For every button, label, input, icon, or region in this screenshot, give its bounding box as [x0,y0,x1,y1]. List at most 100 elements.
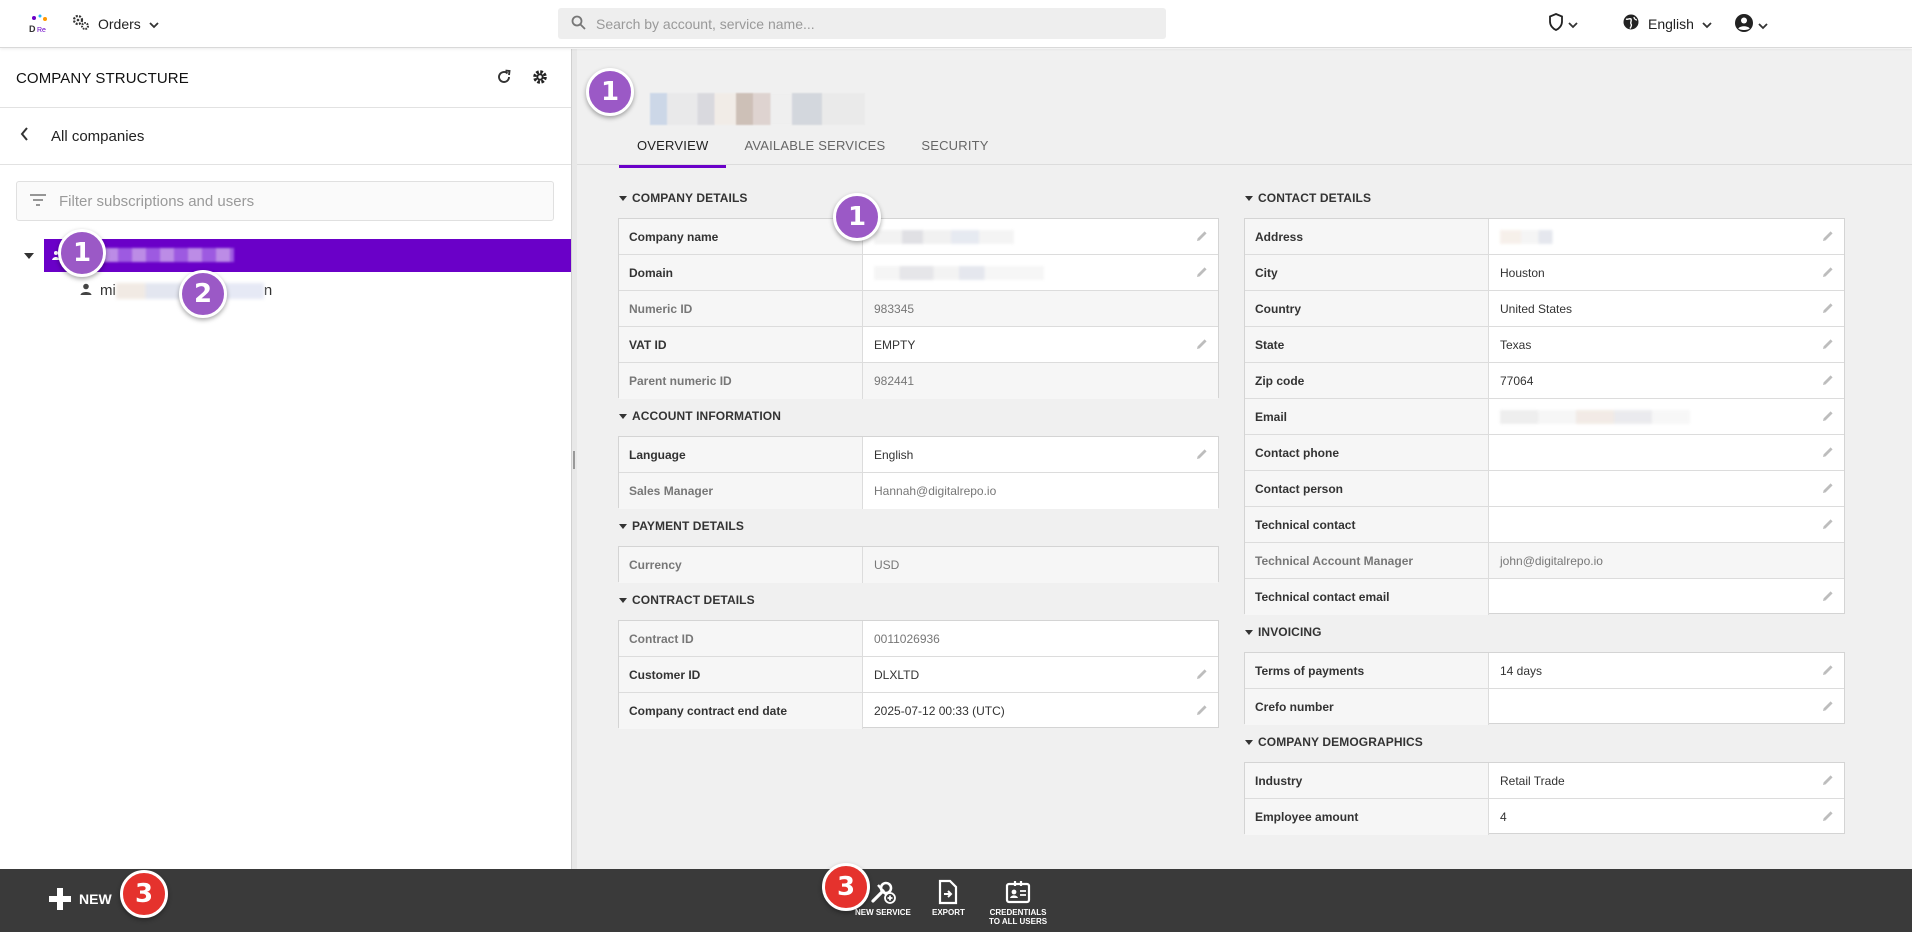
field-value[interactable]: DLXLTD [863,657,1218,692]
refresh-icon[interactable] [495,68,515,88]
company-title-redacted [650,93,865,125]
edit-pencil-icon[interactable] [1822,410,1834,422]
field-label: Customer ID [619,657,863,692]
collapse-triangle-icon [1245,195,1253,201]
field-value[interactable]: 14 days [1489,653,1844,688]
edit-pencil-icon[interactable] [1196,704,1208,716]
edit-pencil-icon[interactable] [1196,338,1208,350]
edit-pencil-icon[interactable] [1822,230,1834,242]
field-label: Domain [619,255,863,290]
field-value[interactable]: English [863,437,1218,472]
expand-caret-icon[interactable] [24,253,34,259]
collapse-triangle-icon [619,597,627,603]
field-value[interactable] [1489,471,1844,506]
edit-pencil-icon[interactable] [1822,446,1834,458]
new-button[interactable]: NEW [49,888,112,910]
global-search[interactable] [558,8,1166,39]
edit-pencil-icon[interactable] [1822,374,1834,386]
tree-user-node[interactable]: mi n [80,282,272,299]
field-label: Technical contact email [1245,579,1489,615]
field-value[interactable]: United States [1489,291,1844,326]
section-company-details[interactable]: COMPANY DETAILS [619,191,748,205]
section-title-text: CONTACT DETAILS [1258,191,1372,205]
section-payment-details[interactable]: PAYMENT DETAILS [619,519,744,533]
field-value[interactable] [863,255,1218,290]
field-row: Zip code 77064 [1245,363,1844,399]
contract-details-table: Contract ID 0011026936 Customer ID DLXLT… [618,620,1219,729]
field-label: Crefo number [1245,689,1489,725]
field-value[interactable] [1489,435,1844,470]
section-title-text: COMPANY DETAILS [632,191,748,205]
field-row: Crefo number [1245,689,1844,725]
edit-pencil-icon[interactable] [1822,302,1834,314]
edit-pencil-icon[interactable] [1822,266,1834,278]
credentials-to-all-users-button[interactable]: CREDENTIALS TO ALL USERS [989,879,1047,926]
security-menu[interactable] [1548,13,1578,34]
field-value[interactable]: 2025-07-12 00:33 (UTC) [863,693,1218,729]
edit-pencil-icon[interactable] [1822,482,1834,494]
edit-pencil-icon[interactable] [1822,774,1834,786]
edit-pencil-icon[interactable] [1196,230,1208,242]
tab-security[interactable]: SECURITY [903,131,1006,168]
filter-box[interactable] [16,181,554,221]
edit-pencil-icon[interactable] [1822,664,1834,676]
field-value[interactable] [1489,579,1844,615]
edit-pencil-icon[interactable] [1196,266,1208,278]
orders-menu[interactable]: Orders [72,13,159,34]
field-value[interactable]: 4 [1489,799,1844,835]
field-row: Contact phone [1245,435,1844,471]
edit-pencil-icon[interactable] [1196,448,1208,460]
field-row: Email [1245,399,1844,435]
account-circle-icon [1734,13,1754,36]
field-value[interactable] [1489,399,1844,434]
app-logo-icon[interactable]: D Re [28,13,52,35]
edit-pencil-icon[interactable] [1822,590,1834,602]
field-value[interactable]: 77064 [1489,363,1844,398]
field-value[interactable] [1489,507,1844,542]
field-label: Email [1245,399,1489,434]
edit-pencil-icon[interactable] [1196,668,1208,680]
edit-pencil-icon[interactable] [1822,338,1834,350]
edit-pencil-icon[interactable] [1822,700,1834,712]
section-account-information[interactable]: ACCOUNT INFORMATION [619,409,781,423]
field-value[interactable]: Houston [1489,255,1844,290]
field-value-text: English [874,447,914,462]
edit-pencil-icon[interactable] [1822,518,1834,530]
language-menu[interactable]: English [1622,13,1712,34]
export-button[interactable]: EXPORT [932,879,965,917]
field-value[interactable]: EMPTY [863,327,1218,362]
field-value[interactable] [863,219,1218,254]
section-contract-details[interactable]: CONTRACT DETAILS [619,593,755,607]
company-name-redacted [874,229,1014,244]
filter-input[interactable] [59,192,539,210]
field-row: Parent numeric ID 982441 [619,363,1218,399]
field-value[interactable] [1489,219,1844,254]
search-input[interactable] [596,15,1136,32]
section-contact-details[interactable]: CONTACT DETAILS [1245,191,1371,205]
filter-list-icon [29,193,47,210]
edit-pencil-icon[interactable] [1822,810,1834,822]
field-value[interactable]: Texas [1489,327,1844,362]
section-invoicing[interactable]: INVOICING [1245,625,1322,639]
field-value[interactable]: Retail Trade [1489,763,1844,798]
section-title-text: COMPANY DEMOGRAPHICS [1258,735,1423,749]
svg-text:Re: Re [37,27,46,34]
wrench-screwdriver-icon [871,881,896,904]
field-row: Technical contact email [1245,579,1844,615]
field-value[interactable] [1489,689,1844,725]
all-companies-link[interactable]: All companies [0,108,572,165]
settings-gear-icon[interactable] [531,68,551,88]
field-value-text: DLXLTD [874,667,920,682]
field-row: Technical contact [1245,507,1844,543]
account-menu[interactable] [1734,13,1768,36]
step-badge-3: 3 [120,870,168,918]
section-company-demographics[interactable]: COMPANY DEMOGRAPHICS [1245,735,1423,749]
field-row: Country United States [1245,291,1844,327]
collapse-triangle-icon [619,195,627,201]
tree-company-node[interactable] [44,239,572,272]
field-value-text: Texas [1500,337,1532,352]
step-badge-1: 1 [833,193,881,241]
field-row: Employee amount 4 [1245,799,1844,835]
tab-overview[interactable]: OVERVIEW [619,131,727,168]
tab-available-services[interactable]: AVAILABLE SERVICES [726,131,903,168]
